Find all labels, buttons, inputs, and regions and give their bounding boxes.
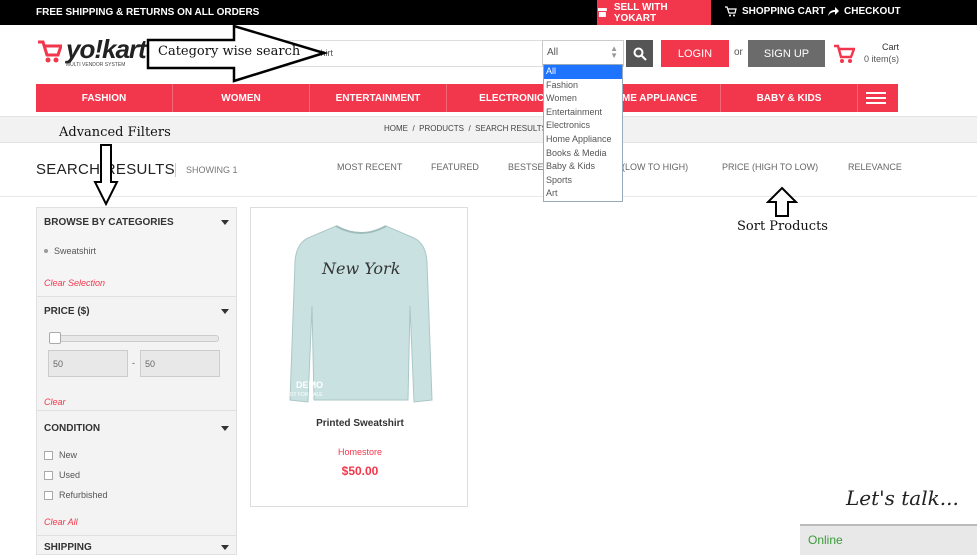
cart-count: 0 item(s) <box>863 54 899 64</box>
down-arrow-annotation <box>93 144 119 206</box>
bullet-icon <box>44 249 48 253</box>
search-icon <box>633 47 647 61</box>
shirt-print-text: New York <box>321 259 400 278</box>
nav-women[interactable]: WOMEN <box>173 84 310 112</box>
dropdown-option[interactable]: Entertainment <box>544 106 622 120</box>
store-icon <box>597 8 607 17</box>
demo-watermark-sub: NOT FOR SALE <box>286 392 323 398</box>
sort-price-high-low[interactable]: PRICE (HIGH TO LOW) <box>722 162 818 172</box>
dropdown-option[interactable]: Home Appliance <box>544 133 622 147</box>
login-button[interactable]: LOGIN <box>661 40 729 67</box>
sort-relevance[interactable]: RELEVANCE <box>848 162 902 172</box>
dropdown-option[interactable]: All <box>544 65 622 79</box>
product-image[interactable]: New York DEMO NOT FOR SALE <box>286 222 436 407</box>
shopping-cart-label: SHOPPING CART <box>742 6 826 17</box>
nav-baby-kids[interactable]: BABY & KIDS <box>721 84 858 112</box>
product-card[interactable]: New York DEMO NOT FOR SALE Printed Sweat… <box>250 207 468 507</box>
checkbox[interactable] <box>44 490 53 500</box>
dropdown-option[interactable]: Fashion <box>544 79 622 93</box>
checkout-link[interactable]: CHECKOUT <box>827 6 901 17</box>
chat-online-widget[interactable]: Online <box>800 524 977 555</box>
sell-with-yokart-button[interactable]: SELL WITH YOKART <box>597 0 711 25</box>
filter-price: PRICE ($) 50 - 50 Clear <box>37 297 236 411</box>
main-nav: FASHION WOMEN ENTERTAINMENT ELECTRONICS … <box>36 84 898 112</box>
logo-tagline: MULTI VENDOR SYSTEM <box>66 62 126 68</box>
demo-watermark: DEMO <box>296 380 323 390</box>
dropdown-option[interactable]: Baby & Kids <box>544 160 622 174</box>
checkbox[interactable] <box>44 470 53 480</box>
category-item-label: Sweatshirt <box>54 246 97 256</box>
dropdown-option[interactable]: Women <box>544 92 622 106</box>
dropdown-option[interactable]: Electronics <box>544 119 622 133</box>
cart-icon <box>834 44 855 63</box>
dropdown-option[interactable]: Books & Media <box>544 147 622 161</box>
clear-all-link[interactable]: Clear All <box>44 517 78 527</box>
price-min-input[interactable]: 50 <box>48 350 128 377</box>
up-arrow-annotation <box>766 186 798 217</box>
condition-new[interactable]: New <box>44 450 77 460</box>
signup-button[interactable]: SIGN UP <box>748 40 825 67</box>
product-name[interactable]: Printed Sweatshirt <box>251 418 469 429</box>
filter-condition: CONDITION New Used Refurbished Clear All <box>37 411 236 536</box>
checkbox[interactable] <box>44 450 53 460</box>
search-button[interactable] <box>626 40 653 67</box>
lets-talk-label[interactable]: Let's talk... <box>846 486 959 510</box>
condition-heading[interactable]: CONDITION <box>44 423 100 434</box>
category-dropdown[interactable]: All Fashion Women Entertainment Electron… <box>543 64 623 202</box>
divider <box>0 196 977 197</box>
share-arrow-icon <box>828 7 839 16</box>
price-heading[interactable]: PRICE ($) <box>44 306 90 317</box>
price-dash: - <box>132 358 135 368</box>
cart-logo-icon <box>38 40 62 63</box>
logo-text: yo!kart <box>66 34 147 64</box>
category-item[interactable]: Sweatshirt <box>44 246 96 256</box>
nav-fashion[interactable]: FASHION <box>36 84 173 112</box>
condition-label: New <box>59 450 78 460</box>
caret-down-icon[interactable] <box>221 426 229 431</box>
product-store[interactable]: Homestore <box>251 447 469 457</box>
category-selected: All <box>547 47 559 58</box>
condition-label: Refurbished <box>59 490 108 500</box>
condition-label: Used <box>59 470 81 480</box>
price-slider[interactable] <box>49 335 219 342</box>
nav-entertainment[interactable]: ENTERTAINMENT <box>310 84 447 112</box>
categories-heading[interactable]: BROWSE BY CATEGORIES <box>44 217 174 228</box>
top-bar: FREE SHIPPING & RETURNS ON ALL ORDERS SE… <box>0 0 977 25</box>
logo[interactable]: yo!kart MULTI VENDOR SYSTEM <box>36 34 147 68</box>
sort-most-recent[interactable]: MOST RECENT <box>337 162 402 172</box>
shipping-heading[interactable]: SHIPPING <box>44 542 92 553</box>
select-arrows-icon: ▲ ▼ <box>610 44 618 60</box>
caret-down-icon[interactable] <box>221 309 229 314</box>
sell-label: SELL WITH YOKART <box>613 1 668 24</box>
price-slider-handle[interactable] <box>49 332 61 344</box>
or-text: or <box>734 47 743 58</box>
category-search-annotation: Category wise search <box>158 44 301 59</box>
category-select[interactable]: All ▲ ▼ <box>542 40 624 67</box>
price-max-input[interactable]: 50 <box>140 350 220 377</box>
filter-sidebar: BROWSE BY CATEGORIES Sweatshirt Clear Se… <box>36 207 237 555</box>
breadcrumb[interactable]: HOME / PRODUCTS / SEARCH RESULTS <box>384 124 547 133</box>
menu-icon[interactable] <box>858 84 893 112</box>
caret-down-icon[interactable] <box>221 545 229 550</box>
free-shipping-text: FREE SHIPPING & RETURNS ON ALL ORDERS <box>36 7 260 18</box>
header-cart[interactable]: Cart 0 item(s) <box>833 42 903 68</box>
cart-icon <box>725 6 737 17</box>
results-count: SHOWING 1 <box>175 163 238 177</box>
caret-down-icon[interactable] <box>221 220 229 225</box>
filter-categories: BROWSE BY CATEGORIES Sweatshirt Clear Se… <box>37 208 236 297</box>
cart-label: Cart <box>881 42 899 52</box>
dropdown-option[interactable]: Art <box>544 187 622 201</box>
dropdown-option[interactable]: Sports <box>544 174 622 188</box>
shopping-cart-link[interactable]: SHOPPING CART <box>725 6 825 17</box>
checkout-label: CHECKOUT <box>844 6 901 17</box>
product-price: $50.00 <box>341 464 379 478</box>
sort-products-annotation: Sort Products <box>737 219 828 234</box>
price-clear-link[interactable]: Clear <box>44 397 66 407</box>
clear-selection-link[interactable]: Clear Selection <box>44 278 105 288</box>
advanced-filters-annotation: Advanced Filters <box>59 125 171 140</box>
condition-refurbished[interactable]: Refurbished <box>44 490 108 500</box>
condition-used[interactable]: Used <box>44 470 80 480</box>
sort-featured[interactable]: FEATURED <box>431 162 479 172</box>
